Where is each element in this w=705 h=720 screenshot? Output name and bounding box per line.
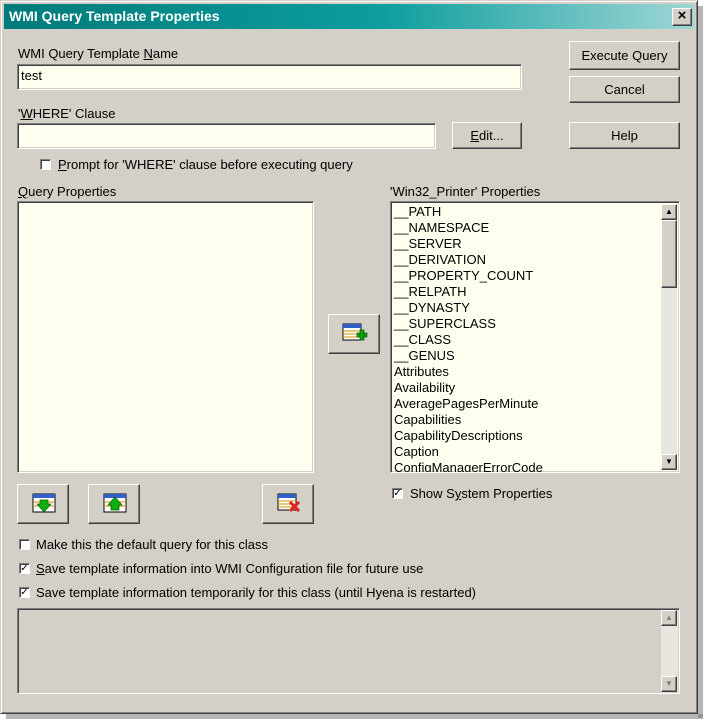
window-title: WMI Query Template Properties (9, 8, 220, 24)
list-item[interactable]: __NAMESPACE (394, 220, 661, 236)
class-properties-list[interactable]: __PATH __NAMESPACE __SERVER __DERIVATION __P… (390, 201, 680, 473)
template-name-label: WMI Query Template Name (18, 46, 179, 61)
list-item[interactable]: AveragePagesPerMinute (394, 396, 661, 412)
help-button[interactable]: Help (569, 122, 680, 149)
remove-property-button[interactable] (262, 484, 314, 524)
show-system-checkbox[interactable]: ✓ (392, 488, 403, 499)
check-icon: ✓ (20, 563, 29, 574)
scroll-thumb[interactable] (661, 220, 677, 288)
save-temp-checkbox[interactable]: ✓ (19, 587, 30, 598)
save-config-checkbox[interactable]: ✓ (19, 563, 30, 574)
default-query-checkbox[interactable] (19, 539, 30, 550)
scroll-up-icon[interactable]: ▲ (661, 204, 677, 220)
move-down-button[interactable] (17, 484, 69, 524)
query-properties-list[interactable] (17, 201, 314, 473)
class-properties-scrollbar[interactable]: ▲ ▼ (661, 204, 677, 470)
move-up-button[interactable] (88, 484, 140, 524)
cancel-button[interactable]: Cancel (569, 76, 680, 103)
list-item[interactable]: __PATH (394, 204, 661, 220)
scroll-down-icon[interactable]: ▼ (661, 454, 677, 470)
close-button[interactable]: × (672, 8, 692, 26)
edit-button[interactable]: Edit... (452, 122, 522, 149)
check-icon: ✓ (393, 488, 402, 499)
class-properties-items: __PATH __NAMESPACE __SERVER __DERIVATION __P… (394, 204, 661, 472)
show-system-label: Show System Properties (410, 486, 553, 501)
add-property-button[interactable] (328, 314, 380, 354)
execute-query-button[interactable]: Execute Query (569, 41, 680, 70)
prompt-where-label: Prompt for 'WHERE' clause before executi… (58, 157, 353, 172)
list-item[interactable]: Caption (394, 444, 661, 460)
list-item[interactable]: __SERVER (394, 236, 661, 252)
remove-property-icon (277, 493, 301, 513)
list-item[interactable]: Attributes (394, 364, 661, 380)
save-temp-label: Save template information temporarily fo… (36, 585, 477, 600)
list-item[interactable]: Availability (394, 380, 661, 396)
list-item[interactable]: __DYNASTY (394, 300, 661, 316)
list-item[interactable]: __GENUS (394, 348, 661, 364)
prompt-where-checkbox[interactable] (40, 159, 51, 170)
where-clause-field[interactable] (17, 123, 436, 149)
move-down-icon (32, 493, 56, 513)
check-icon: ✓ (20, 587, 29, 598)
list-item[interactable]: CapabilityDescriptions (394, 428, 661, 444)
list-item[interactable]: __DERIVATION (394, 252, 661, 268)
scroll-down-icon[interactable]: ▼ (661, 676, 677, 692)
description-area (17, 608, 680, 694)
list-item[interactable]: __PROPERTY_COUNT (394, 268, 661, 284)
close-icon: × (677, 7, 687, 24)
title-bar[interactable]: WMI Query Template Properties × (4, 4, 694, 29)
add-property-icon (342, 323, 368, 341)
list-item[interactable]: ConfigManagerErrorCode (394, 460, 661, 472)
list-item[interactable]: __RELPATH (394, 284, 661, 300)
class-properties-label: 'Win32_Printer' Properties (390, 184, 541, 199)
move-up-icon (103, 493, 127, 513)
where-clause-label: 'WHERE' Clause (18, 106, 116, 121)
dialog-window: WMI Query Template Properties × WMI Quer… (0, 0, 698, 714)
list-item[interactable]: __CLASS (394, 332, 661, 348)
template-name-field[interactable]: test (17, 64, 522, 90)
list-item[interactable]: __SUPERCLASS (394, 316, 661, 332)
description-scrollbar[interactable]: ▲ ▼ (661, 610, 678, 692)
list-item[interactable]: Capabilities (394, 412, 661, 428)
save-config-label: Save template information into WMI Confi… (36, 561, 424, 576)
default-query-label: Make this the default query for this cla… (36, 537, 268, 552)
scroll-up-icon[interactable]: ▲ (661, 610, 677, 626)
query-properties-label: Query Properties (18, 184, 117, 199)
